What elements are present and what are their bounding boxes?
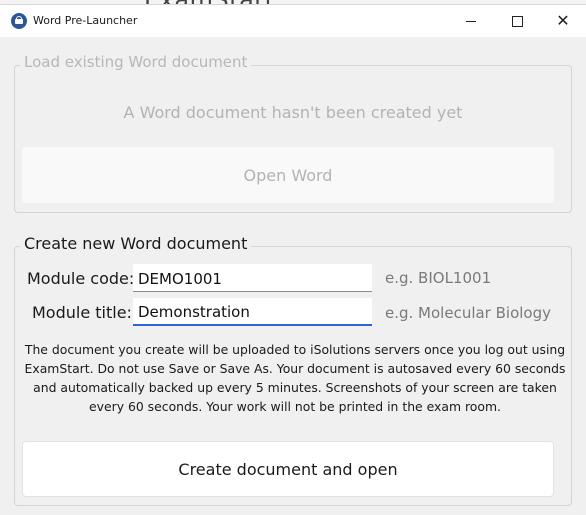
maximize-button[interactable] [494, 5, 540, 37]
minimize-button[interactable] [448, 5, 494, 37]
module-code-hint: e.g. BIOL1001 [385, 269, 492, 287]
open-word-button[interactable]: Open Word [22, 147, 554, 203]
module-title-label: Module title: [32, 303, 132, 322]
no-document-status: A Word document hasn't been created yet [123, 103, 463, 122]
word-pre-launcher-window: Word Pre-Launcher ✕ Load existing Word d… [0, 4, 586, 515]
module-code-label: Module code: [27, 269, 135, 288]
module-code-input[interactable] [133, 264, 372, 292]
create-document-button[interactable]: Create document and open [22, 441, 554, 497]
create-new-legend: Create new Word document [20, 234, 252, 253]
upload-notice: The document you create will be uploaded… [24, 342, 566, 414]
close-icon: ✕ [556, 11, 570, 30]
load-existing-legend: Load existing Word document [20, 53, 252, 71]
module-title-input[interactable] [133, 298, 372, 326]
title-bar[interactable]: Word Pre-Launcher ✕ [0, 5, 586, 37]
module-title-hint: e.g. Molecular Biology [385, 304, 551, 322]
close-button[interactable]: ✕ [540, 5, 586, 37]
maximize-icon [511, 15, 523, 27]
window-title: Word Pre-Launcher [33, 14, 138, 27]
minimize-icon [466, 20, 476, 22]
word-launcher-icon [11, 13, 27, 29]
